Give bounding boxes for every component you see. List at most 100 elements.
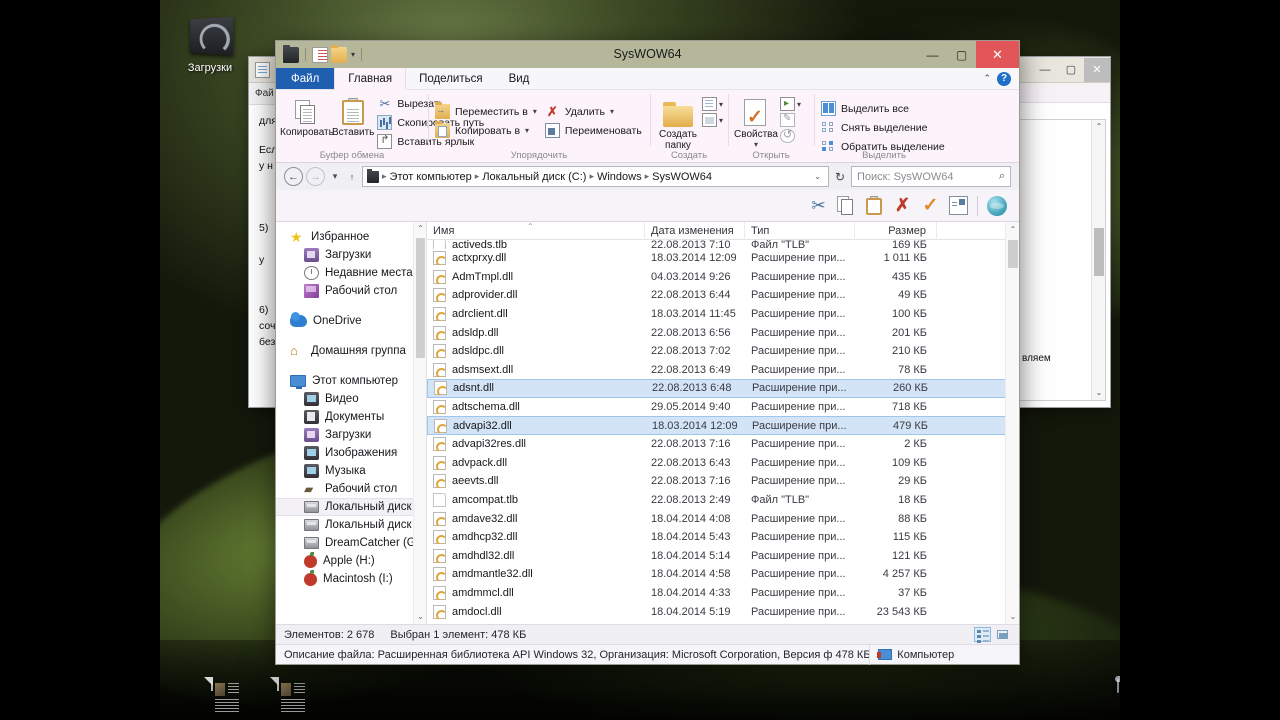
column-headers[interactable]: Имя ⌃ Дата изменения Тип Размер: [427, 221, 1019, 240]
close-button[interactable]: ✕: [976, 41, 1019, 68]
scroll-down-arrow-icon[interactable]: ⌄: [1092, 386, 1106, 400]
table-row[interactable]: adsmsext.dll 22.08.2013 6:49 Расширение пр…: [427, 361, 1019, 380]
background-window-right[interactable]: — ▢ ✕ вляем ⌃ ⌄: [1006, 56, 1111, 408]
table-row[interactable]: aeevts.dll 22.08.2013 7:16 Расширение при.…: [427, 472, 1019, 491]
navigation-scrollbar[interactable]: ⌃ ⌄: [413, 222, 426, 624]
select-none-button[interactable]: Снять выделение: [818, 118, 948, 137]
table-row[interactable]: adsldp.dll 22.08.2013 6:56 Расширение при.…: [427, 323, 1019, 342]
rename-icon[interactable]: [949, 196, 968, 215]
file-explorer-window[interactable]: ▾ SysWOW64 — ▢ ✕ Файл Главная Поделиться…: [275, 40, 1020, 665]
sidebar-item-macintosh-i[interactable]: Macintosh (I:): [276, 569, 426, 588]
sidebar-item-local-disk-c[interactable]: Локальный диск: [276, 498, 426, 516]
tab-file[interactable]: Файл: [276, 68, 335, 89]
table-row[interactable]: activeds.tlb 22.08.2013 7:10 Файл "TLB" 169…: [427, 240, 1019, 249]
table-row[interactable]: AdmTmpl.dll 04.03.2014 9:26 Расширение при…: [427, 268, 1019, 287]
new-folder-icon[interactable]: [331, 44, 347, 63]
copy-to-button[interactable]: Копировать в ▾: [432, 121, 540, 140]
easy-access-button[interactable]: ▾: [702, 113, 723, 127]
sidebar-item-this-pc[interactable]: Этот компьютер: [276, 372, 426, 390]
sidebar-item-desktop-pc[interactable]: ▰ Рабочий стол: [276, 480, 426, 498]
table-row[interactable]: adprovider.dll 22.08.2013 6:44 Расширение …: [427, 286, 1019, 305]
details-view-button[interactable]: [974, 627, 991, 642]
sidebar-item-onedrive[interactable]: OneDrive: [276, 312, 426, 330]
scrollbar-thumb[interactable]: [1094, 228, 1104, 276]
column-header-name[interactable]: Имя ⌃: [427, 221, 645, 240]
forward-button[interactable]: →: [306, 167, 325, 186]
table-row[interactable]: adrclient.dll 18.03.2014 11:45 Расширение …: [427, 305, 1019, 324]
chevron-down-icon[interactable]: ▾: [797, 100, 801, 109]
file-list-scrollbar[interactable]: ⌃ ⌄: [1005, 222, 1019, 624]
table-row[interactable]: advapi32res.dll 22.08.2013 7:16 Расширение…: [427, 435, 1019, 454]
delete-icon[interactable]: ✗: [893, 196, 912, 215]
desktop-icon-document-2[interactable]: [238, 677, 318, 712]
sidebar-item-apple-h[interactable]: Apple (H:): [276, 551, 426, 570]
address-bar[interactable]: ← → ▾ ↑ ▸ Этот компьютер ▸ Локальный дис…: [276, 163, 1019, 190]
scrollbar[interactable]: ⌃ ⌄: [1091, 120, 1105, 400]
chevron-down-icon[interactable]: ⌄: [814, 172, 824, 181]
cut-icon[interactable]: ✂: [809, 196, 828, 215]
scroll-down-arrow-icon[interactable]: ⌄: [414, 610, 426, 624]
maximize-button[interactable]: ▢: [1058, 58, 1084, 82]
search-input[interactable]: Поиск: SysWOW64 ⌕: [851, 166, 1011, 187]
minimize-button[interactable]: —: [918, 41, 947, 68]
sidebar-item-desktop[interactable]: Рабочий стол: [276, 282, 426, 300]
column-header-type[interactable]: Тип: [745, 221, 855, 240]
breadcrumb-item-this-pc[interactable]: Этот компьютер: [390, 171, 472, 183]
window-controls[interactable]: — ▢ ✕: [918, 41, 1019, 68]
sidebar-item-local-disk-d[interactable]: Локальный диск: [276, 516, 426, 534]
paste-icon[interactable]: [865, 196, 884, 215]
sidebar-item-music[interactable]: Музыка: [276, 462, 426, 480]
table-row[interactable]: amdocl.dll 18.04.2014 5:19 Расширение при.…: [427, 602, 1019, 621]
table-row[interactable]: adtschema.dll 29.05.2014 9:40 Расширение п…: [427, 398, 1019, 417]
ribbon-tab-bar[interactable]: Файл Главная Поделиться Вид ⌃ ?: [276, 68, 1019, 90]
navigation-pane[interactable]: ★ Избранное Загрузки Недавние места Рабо…: [276, 222, 426, 624]
view-mode-buttons[interactable]: [974, 627, 1019, 642]
chevron-down-icon[interactable]: ▾: [525, 126, 529, 135]
open-button[interactable]: ▾: [780, 97, 801, 111]
table-row[interactable]: advapi32.dll 18.03.2014 12:09 Расширение п…: [427, 416, 1019, 435]
select-all-button[interactable]: Выделить все: [818, 99, 948, 118]
copy-button[interactable]: Копировать: [280, 93, 334, 138]
paste-button[interactable]: Вставить: [332, 93, 374, 138]
desktop-icon-recycle-bin[interactable]: [1078, 679, 1120, 693]
table-row[interactable]: adsldpc.dll 22.08.2013 7:02 Расширение при…: [427, 342, 1019, 361]
chevron-down-icon[interactable]: ▾: [533, 107, 537, 116]
scroll-up-arrow-icon[interactable]: ⌃: [1092, 120, 1106, 134]
column-header-size[interactable]: Размер: [855, 221, 937, 240]
chevron-down-icon[interactable]: ▾: [732, 140, 780, 149]
table-row[interactable]: adsnt.dll 22.08.2013 6:48 Расширение при..…: [427, 379, 1019, 398]
folder-icon[interactable]: [283, 44, 299, 63]
chevron-down-icon[interactable]: ▾: [719, 100, 723, 109]
delete-button[interactable]: ✗ Удалить ▾: [542, 102, 645, 121]
chevron-down-icon[interactable]: ▾: [719, 116, 723, 125]
sidebar-item-favorites[interactable]: ★ Избранное: [276, 228, 426, 246]
tab-share[interactable]: Поделиться: [406, 68, 496, 89]
table-row[interactable]: amdmantle32.dll 18.04.2014 4:58 Расширение…: [427, 565, 1019, 584]
breadcrumb-item-local-disk[interactable]: Локальный диск (C:): [482, 171, 586, 183]
properties-icon[interactable]: [312, 46, 328, 63]
file-rows-container[interactable]: activeds.tlb 22.08.2013 7:10 Файл "TLB" 169…: [427, 240, 1019, 624]
help-icon[interactable]: ?: [997, 71, 1011, 86]
minimize-button[interactable]: —: [1032, 58, 1058, 82]
sidebar-item-homegroup[interactable]: ⌂ Домашняя группа: [276, 342, 426, 360]
quick-access-toolbar[interactable]: ▾: [276, 44, 365, 63]
table-row[interactable]: amdmmcl.dll 18.04.2014 4:33 Расширение при…: [427, 584, 1019, 603]
scroll-down-arrow-icon[interactable]: ⌄: [1006, 609, 1020, 624]
scroll-up-arrow-icon[interactable]: ⌃: [414, 222, 426, 236]
breadcrumb-item-syswow64[interactable]: SysWOW64: [652, 171, 712, 183]
properties-button[interactable]: ✓ Свойства ▾: [732, 95, 780, 149]
table-row[interactable]: amcompat.tlb 22.08.2013 2:49 Файл "TLB" 18 …: [427, 491, 1019, 510]
internet-icon[interactable]: [987, 195, 1007, 216]
maximize-button[interactable]: ▢: [947, 41, 976, 68]
collapse-ribbon-icon[interactable]: ⌃: [983, 73, 991, 84]
file-list-pane[interactable]: Имя ⌃ Дата изменения Тип Размер activeds…: [427, 221, 1019, 624]
sidebar-item-downloads-pc[interactable]: Загрузки: [276, 426, 426, 444]
table-row[interactable]: actxprxy.dll 18.03.2014 12:09 Расширение п…: [427, 249, 1019, 268]
ribbon[interactable]: Копировать Вставить ✂ Вырезать Скопирова…: [276, 90, 1019, 163]
table-row[interactable]: advpack.dll 22.08.2013 6:43 Расширение при…: [427, 454, 1019, 473]
background-right-titlebar[interactable]: — ▢ ✕: [1007, 57, 1110, 83]
sidebar-item-documents[interactable]: Документы: [276, 408, 426, 426]
move-to-button[interactable]: Переместить в ▾: [432, 102, 540, 121]
scroll-up-arrow-icon[interactable]: ⌃: [1006, 222, 1020, 237]
new-item-button[interactable]: ▾: [702, 97, 723, 111]
